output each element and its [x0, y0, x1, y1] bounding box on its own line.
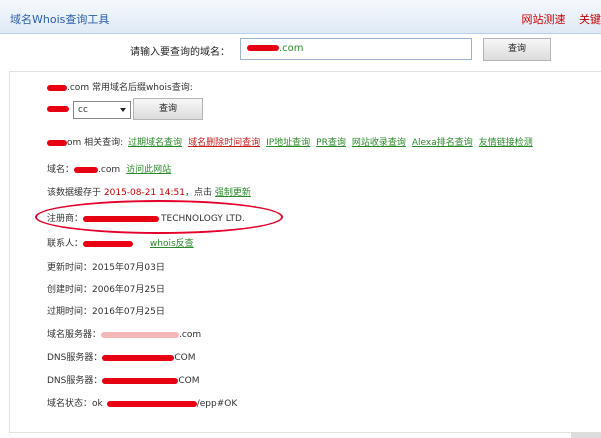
created-value: 2006年07月25日 [92, 285, 165, 295]
search-row: 请输入要查询的域名： .com 查询 [0, 33, 601, 71]
suffix-query-label: .com 常用域名后缀whois查询: [47, 80, 193, 93]
status-row: 域名状态：ok/epp#OK [47, 396, 237, 409]
expires-label: 过期时间： [47, 307, 93, 317]
keyword-link[interactable]: 关键 [579, 13, 601, 26]
dns1-row: DNS服务器： COM [47, 350, 196, 363]
chevron-down-icon [120, 108, 126, 112]
status-link-tail[interactable]: /epp#OK [197, 399, 238, 409]
cache-row: 该数据缓存于 2015-08-21 14:51，点击 强制更新 [47, 185, 251, 198]
created-label: 创建时间： [47, 285, 93, 295]
friend-link-check-link[interactable]: 友情链接检测 [479, 138, 533, 148]
ip-lookup-link[interactable]: IP地址查询 [266, 138, 310, 148]
scrollbar-fragment[interactable] [571, 432, 601, 438]
updated-label: 更新时间： [47, 263, 93, 273]
domain-row: 域名： .com 访问此网站 [47, 162, 171, 175]
cache-time: 2015-08-21 14:51 [103, 188, 185, 198]
redaction-mark [83, 240, 134, 247]
domain-value: .com [98, 165, 121, 175]
header-links: 网站测速 关键 [512, 11, 601, 27]
created-row: 创建时间：2006年07月25日 [47, 282, 165, 295]
force-refresh-link[interactable]: 强制更新 [215, 188, 251, 198]
app-title: 域名Whois查询工具 [10, 13, 110, 26]
redaction-mark [106, 400, 197, 407]
redaction-mark [74, 166, 99, 173]
redaction-mark [102, 354, 175, 361]
visit-site-link[interactable]: 访问此网站 [126, 165, 171, 175]
updated-value: 2015年07月03日 [92, 263, 165, 273]
pr-lookup-link[interactable]: PR查询 [316, 138, 346, 148]
highlight-ellipse [35, 200, 283, 234]
dns2-value: COM [178, 376, 200, 386]
cache-click-text: ，点击 [185, 188, 213, 198]
dns1-label: DNS服务器： [47, 353, 103, 363]
related-queries: om 相关查询: 过期域名查询 域名删除时间查询 IP地址查询 PR查询 网站收录查询 A… [47, 135, 539, 148]
name-server-value: .com [179, 330, 202, 340]
domain-label: 域名： [47, 165, 75, 175]
deletion-time-link[interactable]: 域名删除时间查询 [188, 138, 260, 148]
header-bar: 域名Whois查询工具 网站测速 关键 [0, 0, 601, 34]
redaction-mark [47, 84, 67, 91]
search-value: .com [279, 43, 304, 54]
contact-row: 联系人： whois反查 [47, 236, 194, 249]
speed-test-link[interactable]: 网站测速 [522, 13, 566, 26]
suffix-query-button[interactable]: 查询 [133, 98, 203, 120]
dns2-row: DNS服务器： COM [47, 373, 200, 386]
redaction-mark [47, 139, 67, 146]
index-lookup-link[interactable]: 网站收录查询 [352, 138, 406, 148]
dns2-label: DNS服务器： [47, 376, 103, 386]
suffix-select-value: cc [78, 105, 88, 115]
search-label: 请输入要查询的域名： [130, 47, 230, 58]
expires-row: 过期时间：2016年07月25日 [47, 304, 165, 317]
suffix-prefix [47, 104, 69, 114]
whois-reverse-link[interactable]: whois反查 [150, 239, 194, 249]
suffix-select[interactable]: cc [73, 101, 131, 119]
name-server-label: 域名服务器： [47, 330, 102, 340]
status-label: 域名状态： [47, 399, 93, 409]
expires-value: 2016年07月25日 [92, 307, 165, 317]
contact-label: 联系人： [47, 239, 84, 249]
related-label: om 相关查询: [67, 138, 124, 148]
expired-domain-link[interactable]: 过期域名查询 [128, 138, 182, 148]
domain-search-input[interactable]: .com [240, 38, 472, 60]
dns1-value: COM [174, 353, 196, 363]
redaction-mark [101, 331, 180, 338]
name-server-row: 域名服务器： .com [47, 327, 201, 340]
redaction-mark [47, 105, 69, 112]
updated-row: 更新时间：2015年07月03日 [47, 260, 165, 273]
alexa-rank-link[interactable]: Alexa排名查询 [412, 138, 473, 148]
redaction-mark [247, 45, 279, 51]
redaction-mark [102, 377, 179, 384]
search-button[interactable]: 查询 [483, 38, 551, 61]
suffix-query-text: .com 常用域名后缀whois查询: [67, 83, 193, 93]
cache-label: 该数据缓存于 [47, 188, 102, 198]
status-value: ok [92, 399, 103, 409]
